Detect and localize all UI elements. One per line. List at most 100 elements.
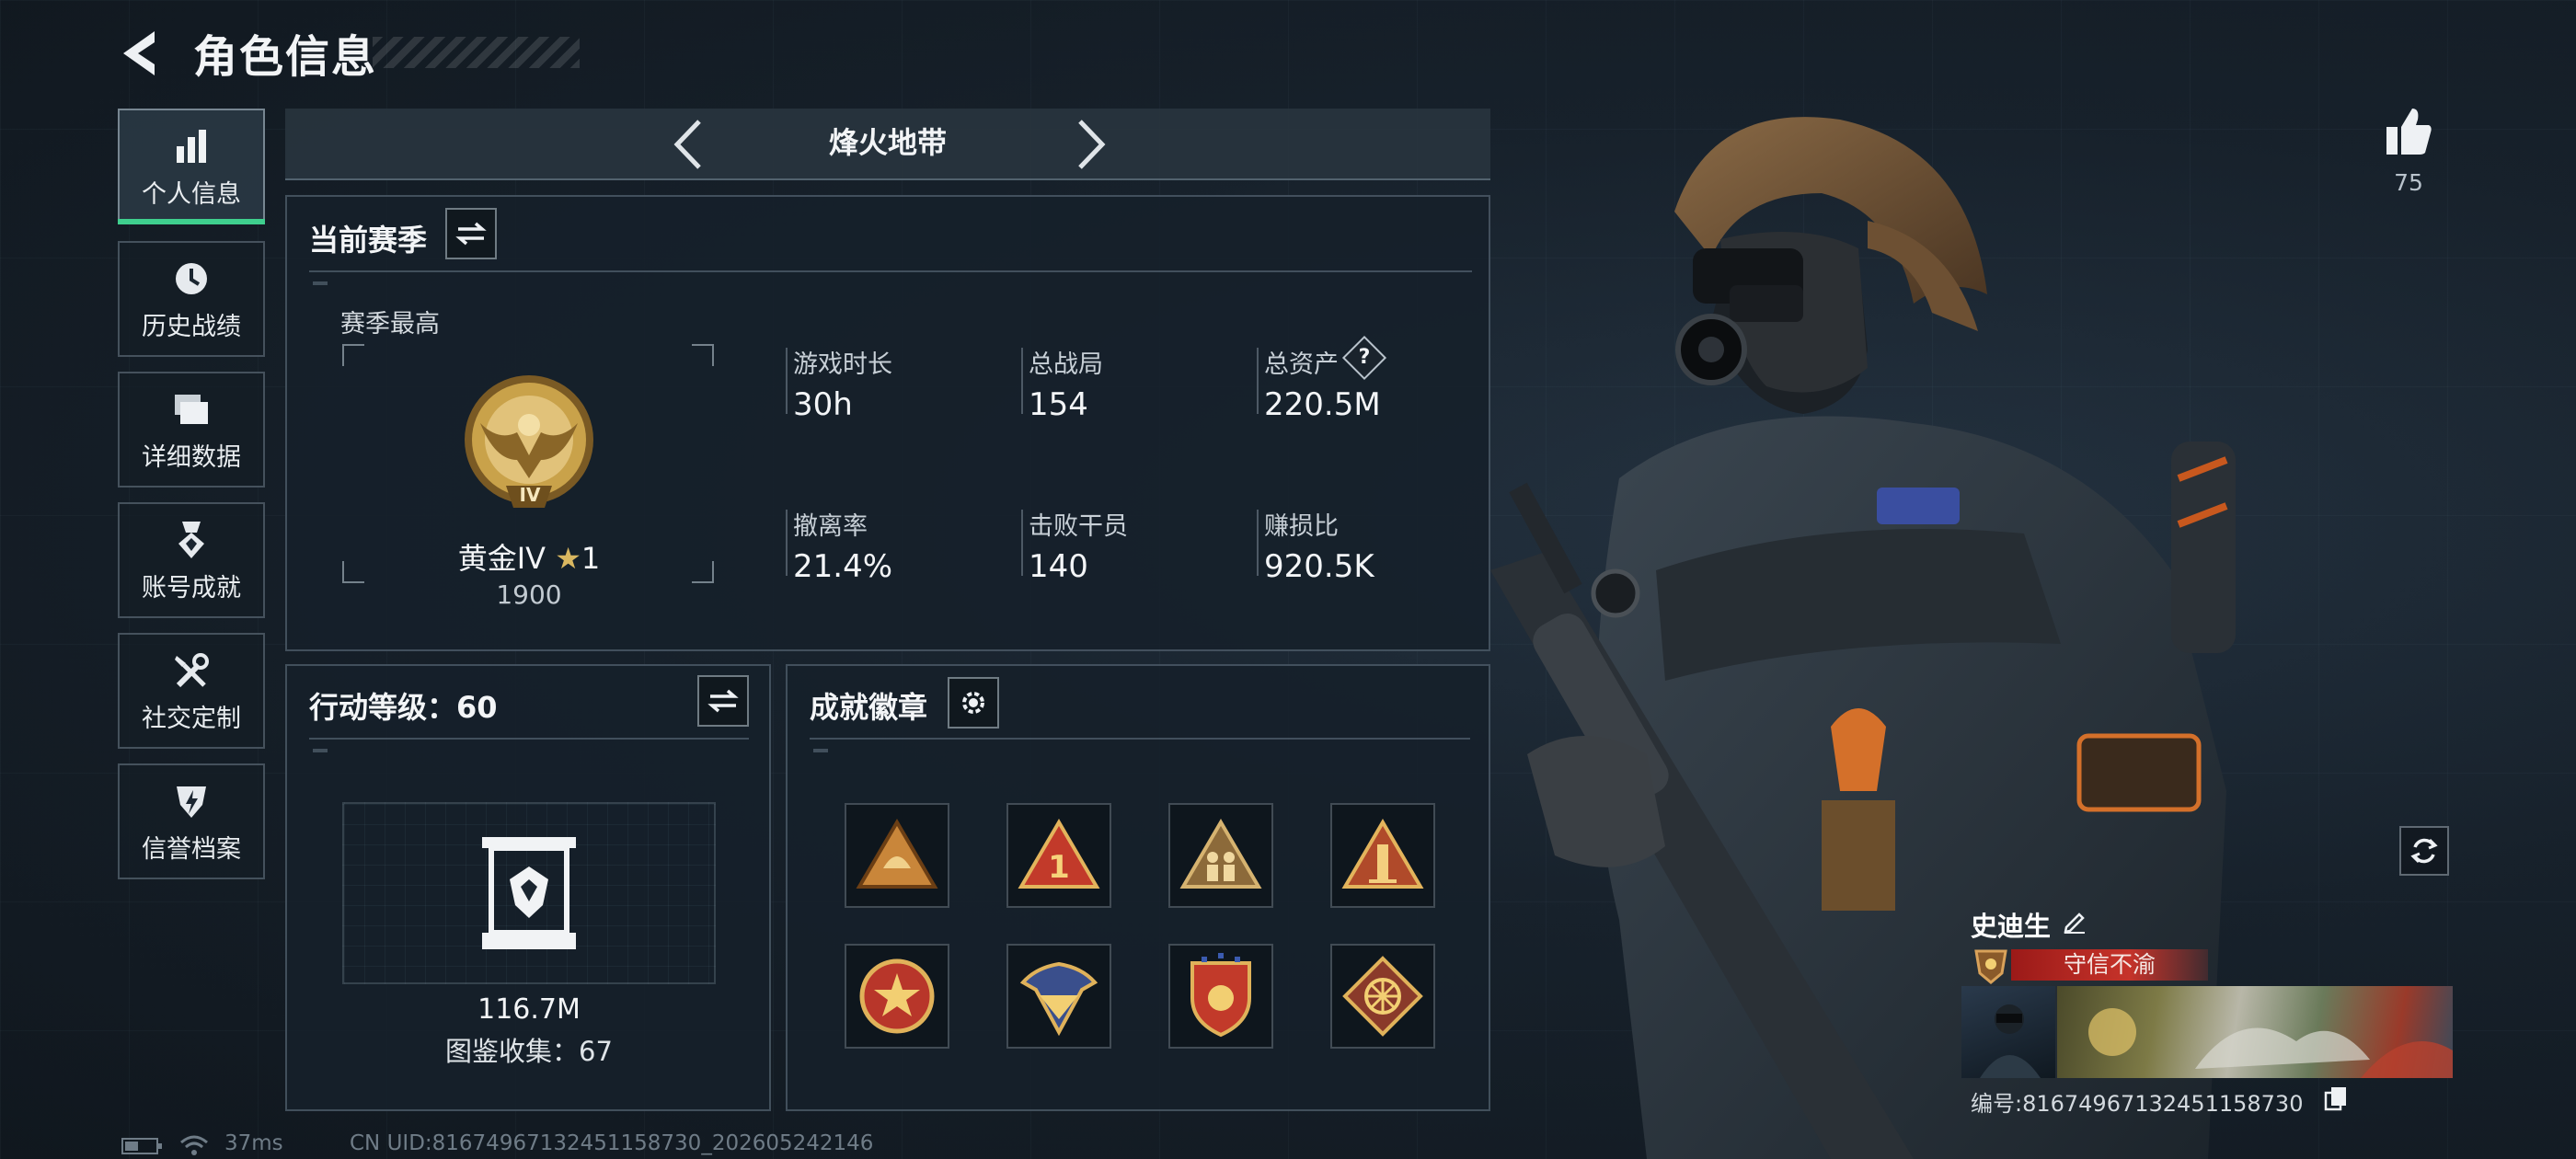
svg-text:1: 1 <box>1048 849 1070 886</box>
title-emblem <box>1971 946 2011 984</box>
wifi-indicator <box>178 1133 210 1157</box>
sidebar-item-social[interactable]: 社交定制 <box>118 633 265 749</box>
chevron-left-icon <box>673 120 701 169</box>
badge-slot[interactable] <box>1330 803 1435 908</box>
title-decoration <box>373 37 580 68</box>
action-level-switch-button[interactable] <box>697 675 749 727</box>
chevron-right-icon <box>1078 120 1106 169</box>
shield-badge-wings-icon <box>1019 961 1098 1037</box>
back-button[interactable] <box>110 26 175 81</box>
badge-slot[interactable]: 1 <box>1006 803 1111 908</box>
stat-label: 撤离率 <box>793 512 868 541</box>
sidebar-item-credit[interactable]: 信誉档案 <box>118 763 265 879</box>
rank-emblem: IV <box>453 368 605 521</box>
like-button[interactable] <box>2383 103 2434 158</box>
season-best-label: 赛季最高 <box>340 310 440 339</box>
frame-corner <box>692 344 714 366</box>
swap-icon <box>707 689 739 713</box>
shield-badge-stars-icon <box>1190 953 1251 1038</box>
tick-decoration <box>313 281 328 285</box>
swap-icon <box>455 222 487 246</box>
stat-value: 920.5K <box>1264 548 1374 585</box>
star-icon: ★ <box>555 541 581 576</box>
season-switch-button[interactable] <box>445 208 497 259</box>
badge-slot[interactable] <box>1330 944 1435 1049</box>
triangle-badge-tower-icon <box>1341 819 1424 889</box>
rank-name: 黄金IV <box>457 541 546 576</box>
tick-decoration <box>813 749 828 752</box>
wifi-icon <box>180 1135 208 1155</box>
sidebar-item-achievements[interactable]: 账号成就 <box>118 502 265 618</box>
ping-value: 37ms <box>224 1131 283 1155</box>
rank-stars: 1 <box>581 541 601 576</box>
stat-separator <box>1021 348 1023 414</box>
badges-divider <box>810 738 1470 740</box>
sidebar-item-label: 个人信息 <box>142 179 241 209</box>
thumbs-up-icon <box>2386 109 2432 155</box>
clock-icon <box>176 262 207 294</box>
stat-label: 击败干员 <box>1029 512 1128 541</box>
name-card-banner[interactable] <box>2057 986 2453 1078</box>
stat-label: 游戏时长 <box>793 350 892 379</box>
shield-icon <box>177 786 206 818</box>
bar-chart-icon <box>177 129 206 163</box>
refresh-icon <box>2410 838 2438 864</box>
battery-indicator <box>121 1137 164 1155</box>
rank-points: 1900 <box>496 580 562 610</box>
round-badge-star-icon <box>859 958 935 1034</box>
badge-slot[interactable] <box>1168 944 1273 1049</box>
title-emblem-icon <box>1974 949 2007 984</box>
triangle-badge-soldiers-icon <box>1179 819 1262 889</box>
mode-next-button[interactable] <box>1067 116 1113 173</box>
badge-slot[interactable] <box>845 803 949 908</box>
stat-separator <box>786 510 788 576</box>
refresh-model-button[interactable] <box>2399 826 2449 876</box>
sidebar-item-label: 详细数据 <box>142 442 241 472</box>
pencil-icon <box>2064 912 2085 934</box>
stat-separator <box>1257 510 1259 576</box>
mode-name: 烽火地带 <box>828 125 947 160</box>
sidebar-item-history[interactable]: 历史战绩 <box>118 241 265 357</box>
page-title: 角色信息 <box>193 31 378 83</box>
folder-icon <box>175 394 208 424</box>
sidebar-item-label: 账号成就 <box>142 573 241 602</box>
edit-name-button[interactable] <box>2061 907 2088 935</box>
stat-value: 220.5M <box>1264 386 1381 423</box>
medal-icon <box>178 521 204 558</box>
sidebar-item-detail-data[interactable]: 详细数据 <box>118 372 265 488</box>
action-level-divider <box>309 738 749 740</box>
stat-separator <box>786 348 788 414</box>
stat-label: 赚损比 <box>1264 512 1339 541</box>
badge-slot[interactable] <box>845 944 949 1049</box>
stat-label: 总资产 <box>1264 350 1339 379</box>
badge-slot[interactable] <box>1006 944 1111 1049</box>
triangle-badge-helmet-icon <box>856 819 938 889</box>
rank-emblem-numeral: IV <box>519 484 541 506</box>
rank-line: 黄金IV ★1 <box>414 535 644 578</box>
title-banner: 守信不渝 <box>2011 949 2208 981</box>
stat-value: 21.4% <box>793 548 893 585</box>
stat-separator <box>1257 348 1259 414</box>
battery-icon <box>121 1138 162 1154</box>
stat-value: 30h <box>793 386 853 423</box>
stat-separator <box>1021 510 1023 576</box>
badge-slot[interactable] <box>1168 803 1273 908</box>
frame-corner <box>342 561 364 583</box>
stat-value: 140 <box>1029 548 1088 585</box>
gear-icon <box>962 692 984 714</box>
mode-prev-button[interactable] <box>666 116 712 173</box>
back-arrow-icon <box>123 31 155 75</box>
frame-corner <box>342 344 364 366</box>
avatar[interactable] <box>1961 986 2055 1078</box>
frame-corner <box>692 561 714 583</box>
copy-uid-button[interactable] <box>2324 1085 2348 1111</box>
collection-value: 116.7M <box>477 993 581 1026</box>
tick-decoration <box>313 749 328 752</box>
sidebar-item-label: 历史战绩 <box>142 312 241 341</box>
badges-title: 成就徽章 <box>810 690 928 725</box>
badges-settings-button[interactable] <box>948 677 999 729</box>
footer-uid: CN UID:81674967132451158730_202605242146 <box>350 1131 874 1155</box>
sidebar-item-personal-info[interactable]: 个人信息 <box>118 109 265 224</box>
sidebar-item-label: 社交定制 <box>142 704 241 733</box>
avatar-portrait-icon <box>1980 1004 2041 1078</box>
